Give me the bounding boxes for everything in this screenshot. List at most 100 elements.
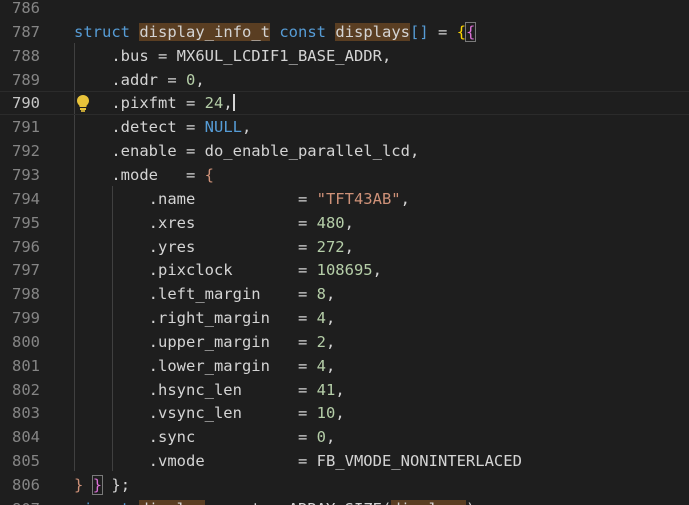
code-line[interactable]: 795 .xres = 480, xyxy=(0,211,689,235)
line-number[interactable]: 797 xyxy=(0,258,40,282)
code-line[interactable]: 806 } } }; xyxy=(0,473,689,497)
line-number[interactable]: 800 xyxy=(0,330,40,354)
code-token: 0 xyxy=(185,71,196,89)
code-text[interactable]: } } }; xyxy=(74,473,130,497)
code-token: 41 xyxy=(316,381,336,399)
code-text[interactable]: struct display_info_t const displays[] =… xyxy=(74,20,477,44)
line-number[interactable]: 798 xyxy=(0,282,40,306)
code-text[interactable]: .vmode = FB_VMODE_NONINTERLACED xyxy=(74,449,522,473)
code-token: .vmode = FB_VMODE_NONINTERLACED xyxy=(74,452,522,470)
line-number[interactable]: 793 xyxy=(0,163,40,187)
code-token: .detect = xyxy=(74,118,205,136)
code-token: , xyxy=(400,190,410,208)
code-token: } xyxy=(91,475,104,495)
code-line[interactable]: 807 size_t display_count = ARRAY_SIZE(dis… xyxy=(0,497,689,505)
line-number[interactable]: 806 xyxy=(0,473,40,497)
line-number[interactable]: 807 xyxy=(0,497,40,505)
code-line[interactable]: 786 xyxy=(0,0,689,20)
line-number[interactable]: 792 xyxy=(0,139,40,163)
code-token: .vsync_len = xyxy=(74,404,317,422)
code-text[interactable]: .name = "TFT43AB", xyxy=(74,187,410,211)
line-number[interactable]: 791 xyxy=(0,115,40,139)
code-text[interactable]: .bus = MX6UL_LCDIF1_BASE_ADDR, xyxy=(74,44,391,68)
code-token: .pixfmt = xyxy=(74,94,205,112)
code-token: NULL xyxy=(204,118,242,136)
code-token: .upper_margin = xyxy=(74,333,317,351)
code-line[interactable]: 797 .pixclock = 108695, xyxy=(0,258,689,282)
code-line[interactable]: 788 .bus = MX6UL_LCDIF1_BASE_ADDR, xyxy=(0,44,689,68)
line-number[interactable]: 795 xyxy=(0,211,40,235)
line-number[interactable]: 802 xyxy=(0,378,40,402)
code-text[interactable]: .sync = 0, xyxy=(74,425,336,449)
code-line[interactable]: 794 .name = "TFT43AB", xyxy=(0,187,689,211)
code-text[interactable]: .hsync_len = 41, xyxy=(74,378,345,402)
line-number[interactable]: 801 xyxy=(0,354,40,378)
code-line[interactable]: 796 .yres = 272, xyxy=(0,235,689,259)
line-number[interactable]: 804 xyxy=(0,425,40,449)
line-number[interactable]: 803 xyxy=(0,401,40,425)
line-number[interactable]: 789 xyxy=(0,68,40,92)
code-text[interactable]: size_t display_count = ARRAY_SIZE(displa… xyxy=(74,497,485,505)
line-number[interactable]: 805 xyxy=(0,449,40,473)
line-number[interactable]: 786 xyxy=(0,0,40,20)
code-line[interactable]: 792 .enable = do_enable_parallel_lcd, xyxy=(0,139,689,163)
code-token: , xyxy=(325,285,336,303)
code-token: 272 xyxy=(316,238,345,256)
line-number[interactable]: 799 xyxy=(0,306,40,330)
code-line[interactable]: 791 .detect = NULL, xyxy=(0,115,689,139)
line-number[interactable]: 796 xyxy=(0,235,40,259)
code-text[interactable]: .vsync_len = 10, xyxy=(74,401,345,425)
code-token: display_info_t xyxy=(139,23,270,41)
code-line[interactable]: 801 .lower_margin = 4, xyxy=(0,354,689,378)
line-number[interactable]: 787 xyxy=(0,20,40,44)
code-token: .left_margin = xyxy=(74,285,317,303)
code-text[interactable]: .enable = do_enable_parallel_lcd, xyxy=(74,139,419,163)
code-line[interactable]: 800 .upper_margin = 2, xyxy=(0,330,689,354)
code-token: [] xyxy=(410,23,429,41)
code-line[interactable]: 804 .sync = 0, xyxy=(0,425,689,449)
code-line[interactable]: 790 .pixfmt = 24, xyxy=(0,91,689,115)
line-number[interactable]: 794 xyxy=(0,187,40,211)
code-token: .name = xyxy=(74,190,317,208)
code-token: .right_margin = xyxy=(74,309,317,327)
code-line[interactable]: 787 struct display_info_t const displays[… xyxy=(0,20,689,44)
code-token: , xyxy=(344,238,354,256)
code-token: 8 xyxy=(316,285,326,303)
code-token: 108695 xyxy=(316,261,373,279)
code-text[interactable]: .lower_margin = 4, xyxy=(74,354,336,378)
code-line[interactable]: 798 .left_margin = 8, xyxy=(0,282,689,306)
code-text[interactable]: .left_margin = 8, xyxy=(74,282,336,306)
code-token: 4 xyxy=(316,309,326,327)
code-token: displays xyxy=(335,23,411,41)
code-editor[interactable]: 786 787 struct display_info_t const displa… xyxy=(0,0,689,505)
code-token: , xyxy=(344,214,354,232)
code-text[interactable]: .xres = 480, xyxy=(74,211,354,235)
code-token: displays xyxy=(391,500,466,505)
code-token: { xyxy=(464,22,477,42)
code-text[interactable]: .pixfmt = 24, xyxy=(74,92,235,114)
line-number[interactable]: 790 xyxy=(0,92,40,114)
code-token: .xres = xyxy=(74,214,317,232)
code-token: , xyxy=(241,118,252,136)
code-token: , xyxy=(223,94,233,112)
code-line[interactable]: 802 .hsync_len = 41, xyxy=(0,378,689,402)
code-token: ); xyxy=(466,500,485,505)
code-text[interactable]: .pixclock = 108695, xyxy=(74,258,382,282)
code-token: , xyxy=(372,261,382,279)
code-line[interactable]: 789 .addr = 0, xyxy=(0,68,689,92)
code-text[interactable]: .right_margin = 4, xyxy=(74,306,336,330)
code-line[interactable]: 799 .right_margin = 4, xyxy=(0,306,689,330)
code-token: .pixclock = xyxy=(74,261,317,279)
code-token: _count = ARRAY_SIZE( xyxy=(205,500,392,505)
code-line[interactable]: 805 .vmode = FB_VMODE_NONINTERLACED xyxy=(0,449,689,473)
code-line[interactable]: 803 .vsync_len = 10, xyxy=(0,401,689,425)
code-text[interactable]: .detect = NULL, xyxy=(74,115,251,139)
code-text[interactable]: .upper_margin = 2, xyxy=(74,330,336,354)
code-text[interactable]: .addr = 0, xyxy=(74,68,204,92)
code-line[interactable]: 793 .mode = { xyxy=(0,163,689,187)
code-text[interactable]: .yres = 272, xyxy=(74,235,354,259)
code-token: .yres = xyxy=(74,238,317,256)
line-number[interactable]: 788 xyxy=(0,44,40,68)
code-text[interactable]: .mode = { xyxy=(74,163,214,187)
